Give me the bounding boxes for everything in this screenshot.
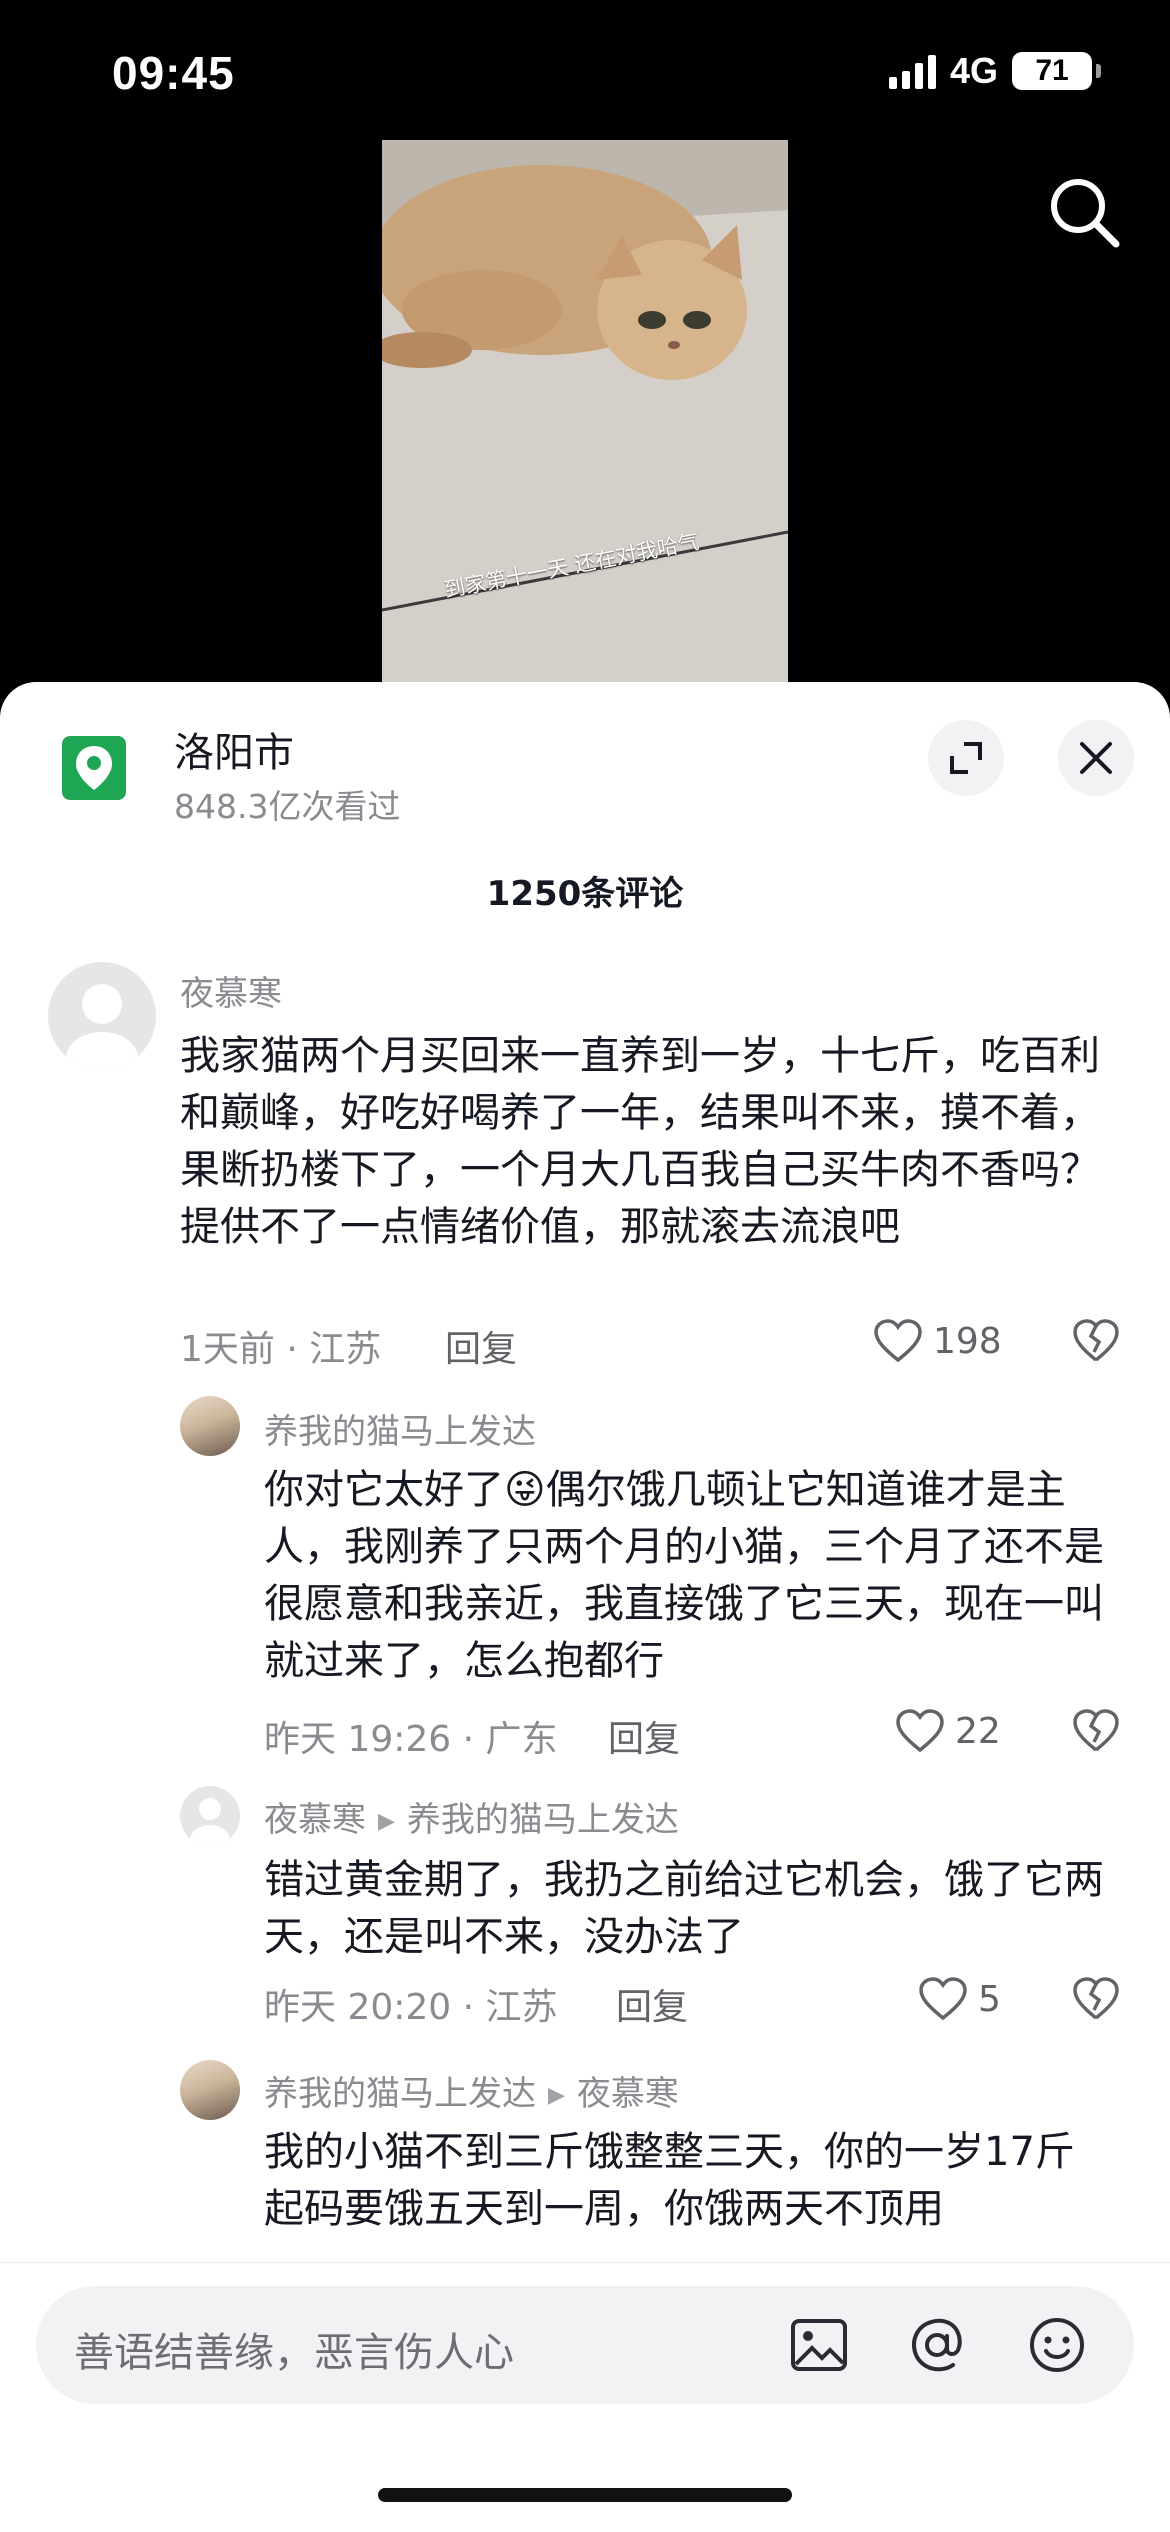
network-type: 4G — [949, 50, 998, 91]
heart-icon — [874, 1319, 922, 1363]
broken-heart-icon — [1073, 1977, 1119, 2020]
comment-text: 错过黄金期了，我扔之前给过它机会，饿了它两天，还是叫不来，没办法了 — [264, 1857, 1104, 1960]
mention-button[interactable] — [906, 2314, 968, 2376]
comment-input[interactable]: 善语结善缘，恶言伤人心 — [74, 2320, 514, 2378]
like-button[interactable]: 198 — [873, 1318, 1002, 1364]
status-indicators: 4G 71 — [888, 50, 1101, 92]
reply-to-name: 夜慕寒 — [576, 2074, 679, 2114]
battery-icon: 71 — [1012, 52, 1101, 90]
dislike-button[interactable] — [1072, 1708, 1120, 1758]
dislike-button[interactable] — [1072, 1318, 1120, 1368]
default-avatar-icon — [66, 984, 138, 1070]
comment-text: 我的小猫不到三斤饿整整三天，你的一岁17斤起码要饿五天到一周，你饿两天不顶用 — [264, 2129, 1075, 2232]
close-icon — [1080, 742, 1112, 774]
comment-meta: 昨天 19:26 · 广东 — [264, 1719, 558, 1760]
like-count: 5 — [978, 1978, 1001, 2020]
avatar[interactable] — [180, 2060, 240, 2120]
at-icon — [912, 2318, 962, 2372]
reply-arrow-icon: ▶ — [548, 2083, 565, 2108]
author-name: 养我的猫马上发达 — [264, 2074, 536, 2114]
search-icon — [1051, 179, 1120, 248]
heart-icon — [896, 1709, 944, 1753]
comment-text: 我家猫两个月买回来一直养到一岁，十七斤，吃百利和巅峰，好吃好喝养了一年，结果叫不… — [180, 1033, 1100, 1250]
reply-button[interactable]: 回复 — [445, 1320, 517, 1372]
expand-button[interactable] — [928, 720, 1004, 796]
like-count: 22 — [955, 1710, 1001, 1752]
comment-count: 1250条评论 — [486, 874, 684, 914]
reply-item: 养我的猫马上发达 ▶ 夜慕寒 我的小猫不到三斤饿整整三天，你的一岁17斤起码要饿五天… — [0, 2040, 1170, 2262]
smiley-icon — [1030, 2318, 1084, 2372]
comment-input-bar[interactable]: 善语结善缘，恶言伤人心 — [36, 2286, 1134, 2404]
dislike-button[interactable] — [1072, 1976, 1120, 2026]
emoji: 😜 — [504, 1467, 546, 1513]
avatar[interactable] — [180, 1786, 240, 1846]
comment-text: 你对它太好了😜偶尔饿几顿让它知道谁才是主人，我刚养了只两个月的小猫，三个月了还不… — [264, 1462, 1104, 1690]
heart-icon — [919, 1977, 967, 2021]
location-pin-icon — [62, 736, 126, 800]
avatar[interactable] — [48, 962, 156, 1070]
reply-arrow-icon: ▶ — [378, 1809, 395, 1834]
reply-button[interactable]: 回复 — [608, 1710, 680, 1762]
image-icon — [791, 2319, 847, 2371]
comment-author[interactable]: 养我的猫马上发达 ▶ 夜慕寒 — [264, 2066, 679, 2115]
video-player[interactable]: 到家第十一天 还在对我哈气 — [382, 140, 788, 686]
comment-text-part: 你对它太好了 — [264, 1467, 504, 1513]
expand-icon — [950, 742, 982, 774]
comment-meta: 昨天 20:20 · 江苏 — [264, 1987, 558, 2028]
comment-author[interactable]: 夜慕寒 — [180, 966, 282, 1015]
comment-author[interactable]: 养我的猫马上发达 — [264, 1404, 536, 1453]
cat-image — [382, 140, 788, 686]
home-indicator[interactable] — [378, 2488, 792, 2502]
reply-to-name: 养我的猫马上发达 — [406, 1800, 679, 1840]
default-avatar-icon — [190, 1798, 230, 1846]
close-button[interactable] — [1058, 720, 1134, 796]
broken-heart-icon — [1073, 1709, 1119, 1752]
emoji-button[interactable] — [1026, 2314, 1088, 2376]
comment-author[interactable]: 夜慕寒 ▶ 养我的猫马上发达 — [264, 1792, 679, 1841]
broken-heart-icon — [1073, 1319, 1119, 1362]
location-views: 848.3亿次看过 — [174, 787, 401, 826]
avatar[interactable] — [180, 1396, 240, 1456]
reply-button[interactable]: 回复 — [616, 1978, 688, 2030]
like-count: 198 — [933, 1320, 1002, 1362]
divider — [0, 2262, 1170, 2263]
location-title[interactable]: 洛阳市 — [174, 720, 294, 778]
like-button[interactable]: 5 — [918, 1976, 1001, 2022]
battery-level: 71 — [1035, 54, 1069, 87]
signal-icon — [888, 53, 936, 89]
search-button[interactable] — [1044, 172, 1124, 252]
like-button[interactable]: 22 — [895, 1708, 1001, 1754]
author-name: 夜慕寒 — [264, 1800, 366, 1840]
image-button[interactable] — [788, 2314, 850, 2376]
status-time: 09:45 — [112, 47, 235, 99]
comment-meta: 1天前 · 江苏 — [180, 1329, 382, 1370]
